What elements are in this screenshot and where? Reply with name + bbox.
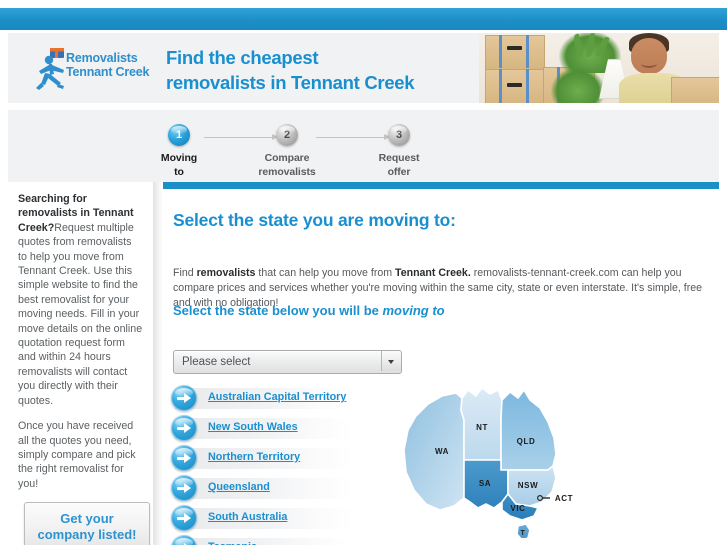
map-label-sa: SA	[479, 479, 491, 488]
step-3-label-line-1: Request	[378, 152, 420, 164]
intro-mid: that can help you move from	[255, 267, 396, 279]
arrow-right-circle-icon	[171, 445, 197, 471]
logo-line-2: Tennant Creek	[66, 65, 150, 79]
map-label-tas: T	[521, 530, 526, 537]
step-1-label-line-1: Moving	[160, 152, 198, 164]
map-label-wa: WA	[435, 447, 449, 456]
sidebar-text-block-1: Searching for removalists in Tennant Cre…	[18, 192, 143, 408]
australia-state-map: WA NT QLD SA NSW VIC ACT T	[398, 378, 613, 538]
arrow-right-circle-icon	[171, 475, 197, 501]
chevron-down-icon	[388, 360, 394, 364]
state-link-label: Australian Capital Territory	[208, 391, 347, 403]
step-indicator: 1 Moving to 2 Compare removalists 3 Requ…	[8, 110, 719, 182]
subtitle-emphasis: moving to	[382, 303, 445, 318]
header-title: Find the cheapest removalists in Tennant…	[166, 45, 496, 95]
logo-text: Removalists Tennant Creek	[66, 51, 171, 79]
step-2-label: Compare removalists	[244, 151, 330, 179]
state-link-label: Tasmania	[208, 540, 257, 545]
state-select-dropdown-button[interactable]	[381, 351, 401, 371]
sidebar-paragraph-2: Once you have received all the quotes yo…	[18, 420, 136, 490]
step-1-moving-to[interactable]: 1 Moving to	[136, 124, 222, 179]
top-blue-bar	[0, 8, 727, 30]
step-3-number: 3	[388, 124, 410, 146]
arrow-right-circle-icon	[171, 385, 197, 411]
header-title-line-1: Find the cheapest	[166, 47, 319, 68]
intro-bold-city: Tennant Creek.	[395, 267, 471, 279]
map-label-act: ACT	[555, 494, 573, 503]
map-label-nsw: NSW	[518, 481, 538, 490]
state-link-list: Australian Capital Territory New South W…	[169, 385, 359, 545]
state-link-northern-territory[interactable]: Northern Territory	[169, 445, 359, 475]
map-label-qld: QLD	[517, 437, 536, 446]
moving-boxes-photo	[479, 33, 719, 103]
page-root: Removalists Tennant Creek Find the cheap…	[0, 0, 727, 545]
main-content: Select the state you are moving to: Find…	[163, 182, 719, 545]
site-header: Removalists Tennant Creek Find the cheap…	[8, 33, 719, 103]
step-1-label-line-2: to	[174, 166, 184, 178]
subtitle-pre: Select the state below you will be	[173, 303, 383, 318]
sidebar-content-divider	[153, 182, 163, 545]
state-link-queensland[interactable]: Queensland	[169, 475, 359, 505]
cta-line-1: Get your	[60, 511, 114, 527]
intro-bold-removalists: removalists	[196, 267, 256, 279]
state-link-label: Northern Territory	[208, 451, 301, 463]
page-title: Select the state you are moving to:	[173, 210, 456, 230]
step-2-label-line-2: removalists	[258, 166, 316, 178]
step-2-label-line-1: Compare	[264, 152, 310, 164]
step-3-request-offer[interactable]: 3 Request offer	[356, 124, 442, 179]
intro-pre: Find	[173, 267, 197, 279]
header-title-line-2: removalists in Tennant Creek	[166, 72, 415, 93]
arrow-right-circle-icon	[171, 505, 197, 531]
arrow-right-circle-icon	[171, 535, 197, 545]
step-2-compare-removalists[interactable]: 2 Compare removalists	[244, 124, 330, 179]
state-link-australian-capital-territory[interactable]: Australian Capital Territory	[169, 385, 359, 415]
section-subtitle: Select the state below you will be movin…	[173, 303, 445, 318]
left-sidebar: Searching for removalists in Tennant Cre…	[8, 182, 153, 545]
state-link-label: South Australia	[208, 511, 288, 523]
logo-line-1: Removalists	[66, 51, 138, 65]
state-select-value: Please select	[182, 356, 251, 368]
map-label-vic: VIC	[510, 504, 525, 513]
sidebar-paragraph-1: Request multiple quotes from removalists…	[18, 221, 143, 407]
state-link-new-south-wales[interactable]: New South Wales	[169, 415, 359, 445]
step-3-label: Request offer	[356, 151, 442, 179]
state-link-label: Queensland	[208, 481, 270, 493]
get-your-company-listed-button[interactable]: Get your company listed!	[24, 502, 150, 545]
map-label-nt: NT	[476, 423, 488, 432]
content-top-blue-bar	[163, 182, 719, 189]
step-1-number: 1	[168, 124, 190, 146]
cta-line-2: company listed!	[37, 527, 137, 543]
step-1-label: Moving to	[136, 151, 222, 179]
arrow-right-circle-icon	[171, 415, 197, 441]
state-link-south-australia[interactable]: South Australia	[169, 505, 359, 535]
step-3-label-line-2: offer	[387, 166, 411, 178]
state-link-label: New South Wales	[208, 421, 298, 433]
state-select[interactable]: Please select	[173, 350, 402, 374]
step-2-number: 2	[276, 124, 298, 146]
state-link-tasmania[interactable]: Tasmania	[169, 535, 359, 545]
